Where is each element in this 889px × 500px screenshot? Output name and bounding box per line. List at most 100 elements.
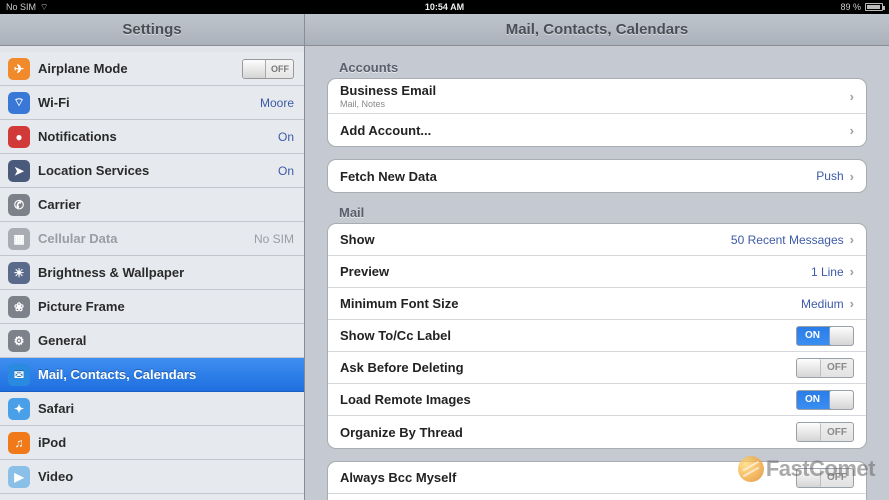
battery-text: 89 % <box>840 2 861 12</box>
chevron-right-icon: › <box>850 123 854 138</box>
sidebar-item-label: Cellular Data <box>38 231 117 246</box>
detail-title: Mail, Contacts, Calendars <box>305 14 889 46</box>
sidebar-item-airplane-mode[interactable]: ✈Airplane ModeOFF <box>0 52 304 86</box>
sidebar-list: ✈Airplane ModeOFF⌔Wi-FiMoore●Notificatio… <box>0 46 304 500</box>
row-minimum-font-size[interactable]: Minimum Font Size Medium › <box>328 288 866 320</box>
switch-always-bcc-myself[interactable]: OFF <box>796 468 854 488</box>
sidebar-item-label: Airplane Mode <box>38 61 128 76</box>
brightness-wallpaper-icon: ☀ <box>8 262 30 284</box>
row-value: 50 Recent Messages <box>731 233 844 247</box>
sidebar-item-location-services[interactable]: ➤ Location Services On <box>0 154 304 188</box>
carrier-text: No SIM <box>6 2 36 12</box>
switch-knob <box>797 423 821 441</box>
sidebar-item-value: Moore <box>260 96 294 110</box>
row-label: Ask Before Deleting <box>340 360 464 375</box>
switch-knob <box>797 469 821 487</box>
row-value: 1 Line <box>811 265 844 279</box>
sidebar-item-label: Carrier <box>38 197 81 212</box>
switch-label: ON <box>805 394 820 405</box>
row-label: Always Bcc Myself <box>340 470 456 485</box>
fetch-group: Fetch New Data Push › <box>327 159 867 193</box>
sidebar-item-label: Safari <box>38 401 74 416</box>
switch-knob <box>829 391 853 409</box>
switch-knob <box>829 327 853 345</box>
sidebar-item-mail-contacts-calendars[interactable]: ✉ Mail, Contacts, Calendars <box>0 358 304 392</box>
sidebar-title: Settings <box>0 14 304 46</box>
detail-pane: Mail, Contacts, Calendars Accounts Busin… <box>305 14 889 500</box>
notifications-icon: ● <box>8 126 30 148</box>
sidebar-item-picture-frame[interactable]: ❀ Picture Frame <box>0 290 304 324</box>
sidebar-item-label: Picture Frame <box>38 299 125 314</box>
switch-organize-by-thread[interactable]: OFF <box>796 422 854 442</box>
status-right: 89 % <box>840 2 883 12</box>
chevron-right-icon: › <box>850 89 854 104</box>
sidebar-item-carrier[interactable]: ✆ Carrier <box>0 188 304 222</box>
mail-contacts-calendars-icon: ✉ <box>8 364 30 386</box>
row-preview[interactable]: Preview 1 Line › <box>328 256 866 288</box>
row-label: Organize By Thread <box>340 425 463 440</box>
row-value: Medium <box>801 297 844 311</box>
sidebar-item-ipod[interactable]: ♫ iPod <box>0 426 304 460</box>
switch-load-remote-images[interactable]: ON <box>796 390 854 410</box>
safari-icon: ✦ <box>8 398 30 420</box>
row-sublabel: Mail, Notes <box>340 99 436 109</box>
section-label-accounts: Accounts <box>339 60 867 75</box>
location-services-icon: ➤ <box>8 160 30 182</box>
row-label: Preview <box>340 264 389 279</box>
sidebar-item-photos[interactable]: ✿Photos <box>0 494 304 500</box>
sidebar-item-label: Notifications <box>38 129 117 144</box>
airplane-mode-toggle[interactable]: OFF <box>242 59 294 79</box>
switch-label: OFF <box>827 427 847 438</box>
carrier-icon: ✆ <box>8 194 30 216</box>
row-organize-by-thread[interactable]: Organize By Thread OFF <box>328 416 866 448</box>
detail-body: Accounts Business Email Mail, Notes › Ad… <box>305 46 889 500</box>
row-label: Add Account... <box>340 123 431 138</box>
ipod-icon: ♫ <box>8 432 30 454</box>
row-label: Fetch New Data <box>340 169 437 184</box>
chevron-right-icon: › <box>850 264 854 279</box>
section-label-mail: Mail <box>339 205 867 220</box>
sidebar-item-notifications[interactable]: ● Notifications On <box>0 120 304 154</box>
row-label: Minimum Font Size <box>340 296 458 311</box>
row-ask-before-deleting[interactable]: Ask Before Deleting OFF <box>328 352 866 384</box>
row-show[interactable]: Show 50 Recent Messages › <box>328 224 866 256</box>
row-always-bcc-myself[interactable]: Always Bcc Myself OFF <box>328 462 866 494</box>
sidebar-item-brightness-wallpaper[interactable]: ☀Brightness & Wallpaper <box>0 256 304 290</box>
sidebar-item-video[interactable]: ▶Video <box>0 460 304 494</box>
general-icon: ⚙ <box>8 330 30 352</box>
sidebar-item-safari[interactable]: ✦ Safari <box>0 392 304 426</box>
wi-fi-icon: ⌔ <box>8 92 30 114</box>
switch-label: OFF <box>827 362 847 373</box>
sidebar-item-wi-fi[interactable]: ⌔ Wi-Fi Moore <box>0 86 304 120</box>
account-business-email[interactable]: Business Email Mail, Notes › <box>328 79 866 114</box>
sidebar-item-label: Mail, Contacts, Calendars <box>38 367 196 382</box>
row-value: Push <box>816 169 843 183</box>
sidebar-item-label: iPod <box>38 435 66 450</box>
sidebar-item-general[interactable]: ⚙General <box>0 324 304 358</box>
row-signature[interactable]: SignatureRob Moore - DemoWolf.com Sent f… <box>328 494 866 500</box>
row-label: Show <box>340 232 375 247</box>
add-account-row[interactable]: Add Account... › <box>328 114 866 146</box>
sidebar-item-label: Video <box>38 469 73 484</box>
row-label: Load Remote Images <box>340 392 471 407</box>
chevron-right-icon: › <box>850 232 854 247</box>
sidebar-item-label: Location Services <box>38 163 149 178</box>
sidebar-item-label: Wi-Fi <box>38 95 70 110</box>
fetch-new-data-row[interactable]: Fetch New Data Push › <box>328 160 866 192</box>
switch-knob <box>797 359 821 377</box>
switch-ask-before-deleting[interactable]: OFF <box>796 358 854 378</box>
sidebar-item-cellular-data[interactable]: ▦Cellular DataNo SIM <box>0 222 304 256</box>
app: Settings ✈Airplane ModeOFF⌔Wi-FiMoore●No… <box>0 14 889 500</box>
row-load-remote-images[interactable]: Load Remote Images ON <box>328 384 866 416</box>
sidebar-item-value: On <box>278 130 294 144</box>
switch-label: OFF <box>827 472 847 483</box>
switch-show-to-cc-label[interactable]: ON <box>796 326 854 346</box>
sidebar-item-value: On <box>278 164 294 178</box>
status-left: No SIM ⌔ <box>6 2 48 13</box>
cellular-data-icon: ▦ <box>8 228 30 250</box>
row-show-to-cc-label[interactable]: Show To/Cc LabelON <box>328 320 866 352</box>
picture-frame-icon: ❀ <box>8 296 30 318</box>
battery-icon <box>865 3 883 11</box>
chevron-right-icon: › <box>850 296 854 311</box>
status-bar: No SIM ⌔ 10:54 AM 89 % <box>0 0 889 14</box>
